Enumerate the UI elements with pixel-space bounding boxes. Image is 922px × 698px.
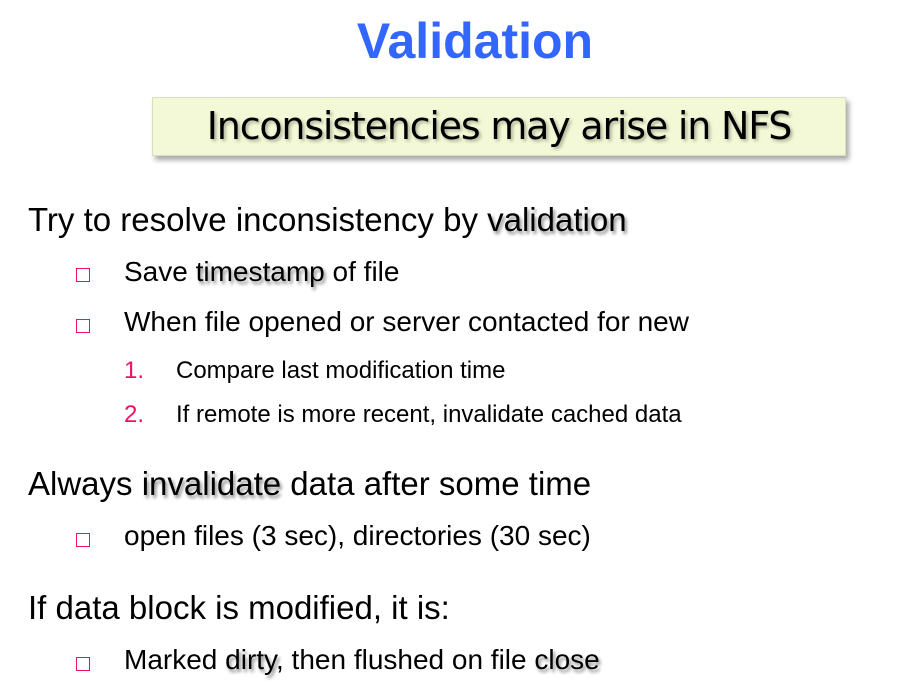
text: Try to resolve inconsistency by	[28, 201, 488, 238]
bullet-dirty: Marked dirty, then flushed on file close	[124, 644, 600, 676]
emphasis: close	[534, 644, 600, 675]
text: Save	[124, 256, 196, 287]
emphasis: validation	[487, 201, 627, 238]
square-bullet-icon	[76, 268, 90, 282]
emphasis: dirty	[225, 644, 276, 675]
callout-box: Inconsistencies may arise in NFS	[152, 97, 846, 156]
heading-invalidate: Always invalidate data after some time	[28, 465, 591, 503]
text: When file opened or server contacted for…	[124, 306, 689, 337]
emphasis: invalidate	[141, 465, 282, 502]
step-compare: Compare last modification time	[176, 357, 506, 384]
square-bullet-icon	[76, 533, 90, 547]
step-invalidate: If remote is more recent, invalidate cac…	[176, 401, 682, 428]
text: Marked	[124, 644, 226, 675]
step-number: 1.	[124, 357, 145, 384]
bullet-timestamp: Save timestamp of file	[124, 256, 399, 288]
text: , then flushed on file	[275, 644, 535, 675]
heading-validation: Try to resolve inconsistency by validati…	[28, 201, 627, 239]
bullet-file-opened: When file opened or server contacted for…	[124, 306, 689, 338]
slide: Validation Inconsistencies may arise in …	[0, 0, 922, 698]
square-bullet-icon	[76, 657, 90, 671]
heading-modified: If data block is modified, it is:	[28, 589, 450, 626]
step-number: 2.	[124, 401, 145, 428]
text: data after some time	[281, 465, 592, 502]
square-bullet-icon	[76, 319, 90, 333]
text: of file	[324, 256, 400, 287]
emphasis: timestamp	[195, 256, 325, 287]
slide-title: Validation	[356, 13, 594, 69]
text: Always	[28, 465, 142, 502]
bullet-open-files: open files (3 sec), directories (30 sec)	[124, 520, 591, 551]
